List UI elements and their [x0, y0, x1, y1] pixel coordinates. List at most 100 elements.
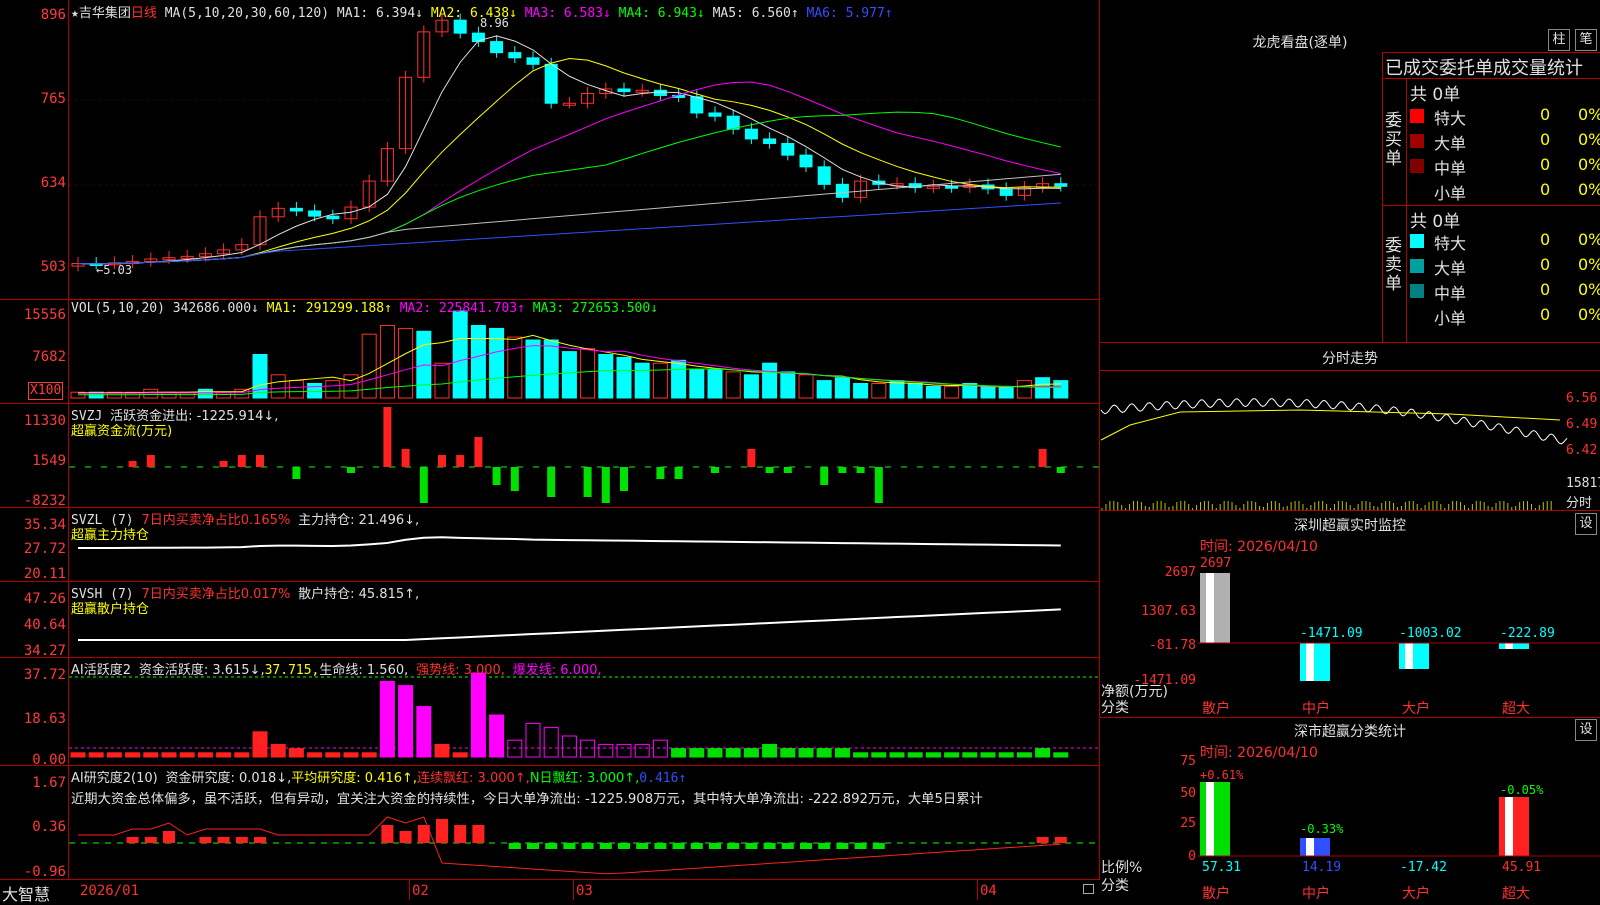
svzj-bar: [765, 467, 774, 473]
sell-m-pct: 0%: [1578, 280, 1600, 299]
date-02: 02: [412, 883, 429, 899]
volume-bar: [798, 374, 814, 399]
ai2-bar: [616, 743, 632, 758]
vol-ma1: MA1: 291299.188↑: [266, 301, 392, 316]
svsh-axis-bottom: 34.27: [23, 643, 66, 659]
buy-row-l: 大单 0 0%: [1410, 130, 1600, 153]
intraday-vol-max: 15817: [1566, 476, 1600, 491]
candle-body: [508, 52, 522, 59]
svzj-bar: [237, 455, 246, 467]
bar-mode-button[interactable]: 柱: [1548, 29, 1570, 51]
ai2-bar: [743, 748, 759, 758]
candle-body: [544, 63, 558, 104]
volume-bar: [1053, 380, 1069, 399]
sell-m-count: 0: [1540, 280, 1551, 299]
sell-xl-name: 特大: [1434, 234, 1467, 253]
sell-xl-swatch: [1410, 234, 1424, 248]
volume-bar: [307, 383, 323, 399]
research-bar: [454, 825, 467, 843]
svzj-bar: [856, 467, 865, 473]
ai2-bar: [944, 752, 960, 758]
ai2-bar: [671, 748, 687, 758]
cls-axis-1: 50: [1180, 786, 1196, 801]
research-bar: [800, 843, 812, 849]
svzj-axis-top: 11330: [23, 413, 66, 429]
vol-ma3: MA3: 272653.500↓: [532, 301, 659, 316]
buy-s-pct: 0%: [1578, 180, 1600, 199]
svzj-bar: [347, 467, 355, 473]
svzj-bar: [583, 467, 592, 497]
ai2-bar: [143, 752, 159, 758]
research-bar: [599, 843, 612, 849]
cls-cat-0: 散户: [1202, 886, 1230, 902]
research-bar: [854, 843, 867, 849]
svsh-text: 7日内买卖净占比0.017%: [141, 587, 291, 602]
volume-bar: [598, 354, 614, 399]
ai2-bar: [907, 752, 923, 758]
ai2-bar: [889, 752, 905, 758]
research-header: AI研究度2(10) 资金研究度: 0.018↓,平均研究度: 0.416↑,连…: [71, 767, 686, 786]
svzj-bar: [146, 455, 155, 467]
intraday-title: 分时走势: [1322, 351, 1378, 367]
sell-xl-pct: 0%: [1578, 230, 1600, 249]
volume-bar: [980, 385, 996, 399]
svzl-subtitle: 超赢主力持仓: [71, 528, 150, 543]
sell-l-swatch: [1410, 259, 1424, 273]
ai2-bar: [416, 706, 432, 758]
svzl-text2: 主力持仓: 21.496↓,: [298, 513, 420, 528]
kline-area[interactable]: 896 765 634 503 ★吉华集团日线 MA(5,10,20,30,60…: [0, 0, 1100, 904]
ai2-bar: [179, 752, 195, 758]
svzj-subtitle: 超赢资金流(万元): [71, 424, 173, 439]
ai2-bar: [980, 752, 996, 758]
ai2-bar: [197, 752, 213, 758]
research-bar: [654, 843, 667, 849]
ai2-bar: [652, 739, 668, 758]
volume-bar: [671, 359, 687, 399]
ai2-bar: [489, 714, 505, 758]
ma-line-20: [77, 81, 1061, 265]
sell-l-name: 大单: [1434, 259, 1467, 278]
research-axis-top: 1.67: [32, 775, 66, 791]
buy-m-name: 中单: [1434, 159, 1467, 178]
cls-value-1: 14.19: [1302, 860, 1342, 875]
ai2-bar: [325, 752, 341, 758]
research-bar: [254, 837, 266, 843]
candle-body: [453, 19, 467, 34]
sz-monitor-settings-button[interactable]: 设: [1575, 513, 1597, 535]
tick-mode-button[interactable]: 笔: [1575, 29, 1597, 51]
date-03: 03: [576, 883, 593, 899]
ai2-bar: [1035, 748, 1051, 758]
volume-bar: [143, 388, 159, 399]
vol-axis-mid: 7682: [32, 349, 66, 365]
svzj-bar: [874, 467, 883, 503]
sell-s-name: 小单: [1434, 309, 1467, 328]
svzj-bar: [456, 455, 465, 467]
research-t5: 0.416↑: [639, 771, 687, 786]
ai2-bar: [1016, 752, 1032, 758]
cls-settings-button[interactable]: 设: [1575, 719, 1597, 741]
ai2-t2: 37.715,: [264, 663, 320, 678]
research-bar: [1036, 837, 1049, 843]
svsh-subtitle: 超赢散户持仓: [71, 602, 150, 617]
ai2-bar: [689, 748, 705, 758]
vol-unit: X100: [30, 383, 62, 398]
research-axis-mid: 0.36: [32, 819, 66, 835]
research-axis-bottom: -0.96: [23, 864, 66, 880]
buy-l-pct: 0%: [1578, 130, 1600, 149]
ai2-bar: [634, 743, 650, 758]
research-bar: [709, 843, 721, 849]
date-04: 04: [980, 883, 997, 899]
lock-icon[interactable]: [1083, 884, 1094, 894]
candle-body: [653, 89, 667, 96]
volume-bar: [434, 362, 450, 399]
volume-bar: [780, 371, 796, 399]
research-bar: [199, 837, 212, 843]
svzl-axis-top: 35.34: [23, 517, 66, 533]
research-bar: [235, 837, 248, 843]
candle-body: [817, 166, 831, 185]
cls-cat-3: 超大: [1502, 886, 1530, 902]
cls-title: 深市超赢分类统计: [1294, 724, 1406, 740]
research-bar: [672, 843, 685, 849]
volume-bar: [834, 377, 850, 399]
sz-axis-2: -81.78: [1149, 638, 1196, 653]
